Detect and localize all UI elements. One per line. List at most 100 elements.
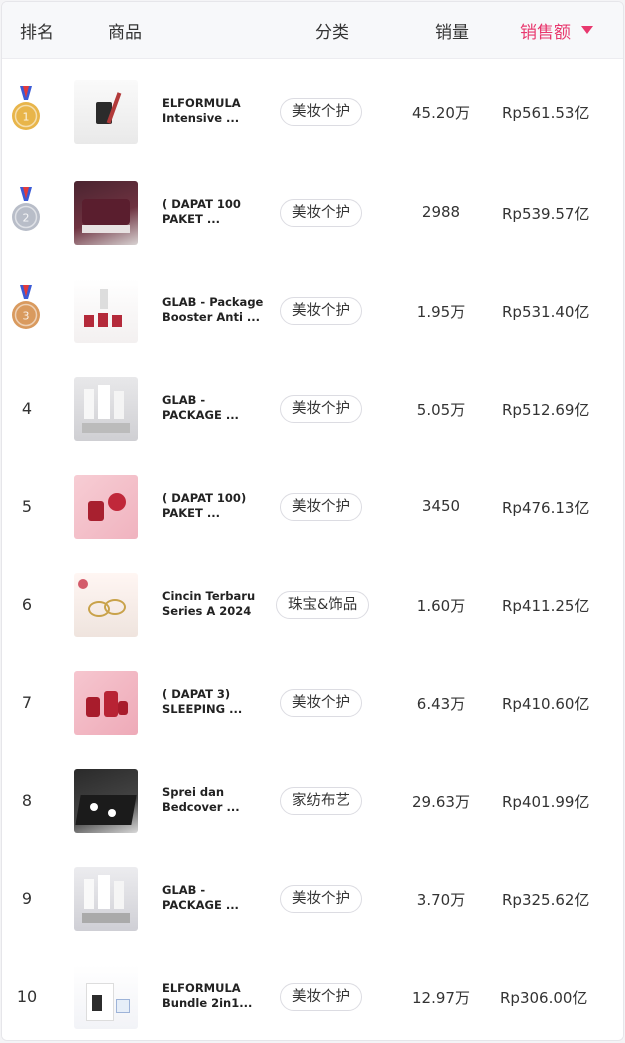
product-name-line1: ( DAPAT 100) <box>162 491 247 505</box>
header-revenue-label: 销售额 <box>520 22 571 43</box>
product-name-line2: PACKAGE ... <box>162 898 239 912</box>
table-row[interactable]: 8 Sprei dan Bedcover ... 家纺布艺 29.63万 Rp401.99… <box>2 752 623 851</box>
category-tag[interactable]: 美妆个护 <box>280 983 362 1011</box>
header-product: 商品 <box>108 22 142 43</box>
product-name[interactable]: ( DAPAT 100) PAKET ... <box>162 491 272 521</box>
table-row[interactable]: 10 ELFORMULA Bundle 2in1... 美妆个护 12.97万 Rp306… <box>2 948 623 1040</box>
product-thumbnail[interactable] <box>74 79 138 144</box>
sales-value: 45.20万 <box>412 103 470 122</box>
product-name-line2: SLEEPING ... <box>162 702 243 716</box>
table-row[interactable]: 2 ( DAPAT 100 PAKET ... 美妆个护 2988 Rp539.57亿 <box>2 164 623 263</box>
medal-icon: 1 <box>12 85 40 130</box>
sales-value: 3.70万 <box>416 891 466 909</box>
revenue-value: Rp561.53亿 <box>502 103 590 122</box>
revenue-value: Rp411.25亿 <box>502 597 590 615</box>
product-name-line1: Sprei dan <box>162 785 225 799</box>
header-revenue-sort[interactable]: 销售额 <box>520 18 620 43</box>
table-row[interactable]: 7 ( DAPAT 3) SLEEPING ... 美妆个护 6.43万 Rp410.60… <box>2 654 623 753</box>
product-name-line2: PAKET ... <box>162 506 220 520</box>
table-row[interactable]: 6 Cincin Terbaru Series A 2024 珠宝&饰品 1.60万 Rp… <box>2 556 623 655</box>
revenue-value: Rp401.99亿 <box>502 793 590 811</box>
header-rank[interactable]: 排名 <box>2 18 72 43</box>
product-name[interactable]: GLAB - Package Booster Anti ... <box>162 295 272 325</box>
rank-number: 10 <box>16 987 38 1006</box>
category-tag[interactable]: 美妆个护 <box>280 297 362 325</box>
table-row[interactable]: 3 GLAB - Package Booster Anti ... 美妆个护 1.95万… <box>2 262 623 361</box>
product-thumbnail[interactable] <box>74 377 138 441</box>
product-name[interactable]: GLAB - PACKAGE ... <box>162 393 272 423</box>
product-thumbnail[interactable] <box>74 769 138 833</box>
product-thumbnail[interactable] <box>74 965 138 1029</box>
product-name[interactable]: ( DAPAT 100 PAKET ... <box>162 197 272 227</box>
product-name-line1: ELFORMULA <box>162 95 241 110</box>
revenue-value: Rp306.00亿 <box>500 989 588 1007</box>
sales-value: 1.60万 <box>416 597 466 615</box>
product-name[interactable]: Cincin Terbaru Series A 2024 <box>162 589 272 619</box>
table-row[interactable]: 4 GLAB - PACKAGE ... 美妆个护 5.05万 Rp512.69亿 <box>2 360 623 459</box>
table-row[interactable]: 9 GLAB - PACKAGE ... 美妆个护 3.70万 Rp325.62亿 <box>2 850 623 949</box>
product-name[interactable]: ( DAPAT 3) SLEEPING ... <box>162 687 272 717</box>
table-header: 排名 商品 分类 销量 销售额 <box>2 2 623 59</box>
product-name[interactable]: ELFORMULA Bundle 2in1... <box>162 981 272 1011</box>
revenue-value: Rp325.62亿 <box>502 891 590 909</box>
product-thumbnail[interactable] <box>74 279 138 343</box>
medal-icon: 3 <box>12 285 40 329</box>
rank-number: 5 <box>21 497 33 516</box>
sales-value: 6.43万 <box>416 695 466 713</box>
product-name-line2: Intensive ... <box>162 110 240 125</box>
header-sales[interactable]: 销量 <box>384 18 520 43</box>
category-tag[interactable]: 美妆个护 <box>280 97 362 126</box>
product-name-line2: Booster Anti ... <box>162 310 261 324</box>
revenue-value: Rp531.40亿 <box>502 303 590 321</box>
sales-value: 12.97万 <box>412 989 470 1007</box>
revenue-value: Rp512.69亿 <box>502 401 590 419</box>
product-thumbnail[interactable] <box>74 671 138 735</box>
medal-icon: 2 <box>12 187 40 231</box>
category-tag[interactable]: 家纺布艺 <box>280 787 362 815</box>
rank-number: 6 <box>21 595 33 614</box>
category-tag[interactable]: 美妆个护 <box>280 689 362 717</box>
revenue-value: Rp539.57亿 <box>502 205 590 223</box>
product-name-line2: PAKET ... <box>162 212 220 226</box>
rank-number: 4 <box>21 399 33 418</box>
product-name[interactable]: Sprei dan Bedcover ... <box>162 785 272 815</box>
product-name-line1: GLAB - <box>162 393 206 407</box>
product-thumbnail[interactable] <box>74 475 138 539</box>
medal-rank-number: 3 <box>23 310 30 323</box>
product-name-line2: Bedcover ... <box>162 800 240 814</box>
product-thumbnail[interactable] <box>74 867 138 931</box>
sales-value: 29.63万 <box>412 793 470 811</box>
product-name-line1: ELFORMULA <box>162 981 241 995</box>
category-tag[interactable]: 美妆个护 <box>280 885 362 913</box>
sales-value: 5.05万 <box>416 401 466 419</box>
rank-number: 7 <box>21 693 33 712</box>
category-tag[interactable]: 珠宝&饰品 <box>276 591 370 619</box>
product-name-line1: ( DAPAT 3) <box>162 687 231 701</box>
product-name-line2: Bundle 2in1... <box>162 996 253 1010</box>
category-tag[interactable]: 美妆个护 <box>280 395 362 423</box>
header-category[interactable]: 分类 <box>280 18 384 43</box>
sales-value: 3450 <box>421 497 461 515</box>
medal-rank-number: 1 <box>23 110 30 123</box>
medal-rank-number: 2 <box>23 212 30 225</box>
caret-down-icon <box>581 26 593 34</box>
revenue-value: Rp476.13亿 <box>502 499 590 517</box>
product-thumbnail[interactable] <box>74 573 138 637</box>
product-name[interactable]: GLAB - PACKAGE ... <box>162 883 272 913</box>
revenue-value: Rp410.60亿 <box>502 695 590 713</box>
rank-number: 9 <box>21 889 33 908</box>
sales-value: 1.95万 <box>416 303 466 321</box>
product-name-line1: ( DAPAT 100 <box>162 197 241 211</box>
product-name-line2: PACKAGE ... <box>162 408 239 422</box>
product-name-line2: Series A 2024 <box>162 604 252 618</box>
category-tag[interactable]: 美妆个护 <box>280 493 362 521</box>
product-name-line1: GLAB - Package <box>162 295 264 309</box>
sales-value: 2988 <box>421 203 461 221</box>
product-thumbnail[interactable] <box>74 181 138 245</box>
ranking-table: FastMoss FastMoss 排名 商品 分类 销量 销售额 1ELFOR… <box>1 1 624 1041</box>
product-name[interactable]: ELFORMULA Intensive ... <box>162 96 272 126</box>
product-name-line1: GLAB - <box>162 883 206 897</box>
category-tag[interactable]: 美妆个护 <box>280 199 362 227</box>
table-row[interactable]: 5 ( DAPAT 100) PAKET ... 美妆个护 3450 Rp476.13亿 <box>2 458 623 557</box>
table-row[interactable]: 1 ELFORMULA Intensive ... 美妆个护 45.20万 Rp561.5… <box>2 59 623 165</box>
